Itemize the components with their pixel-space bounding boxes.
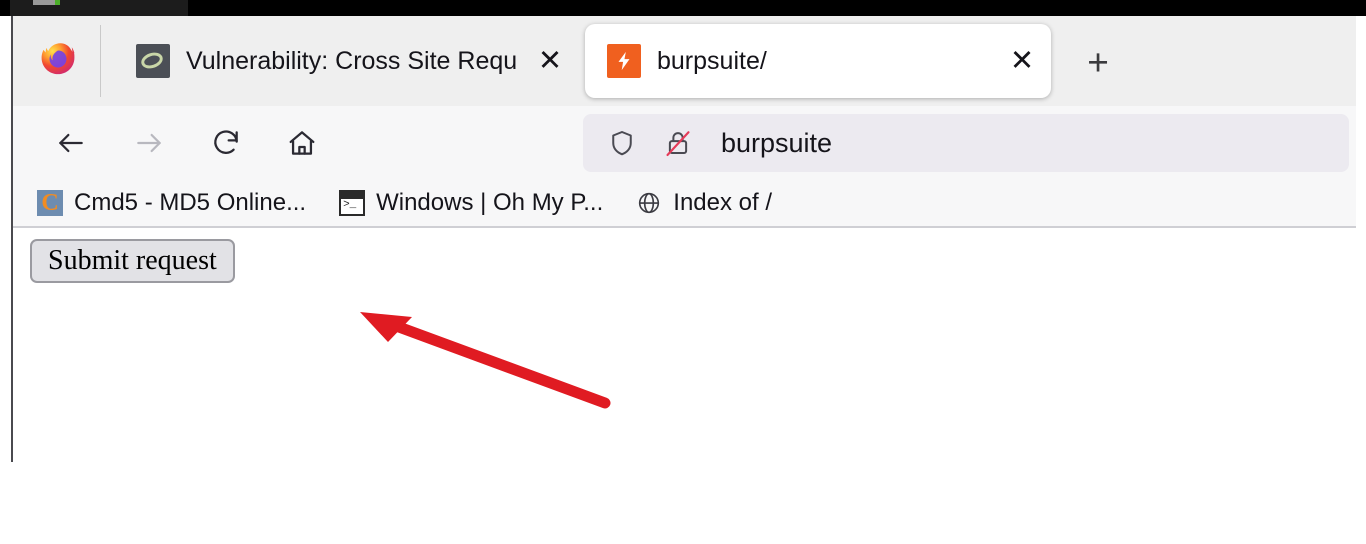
desktop-top-strip (0, 0, 1366, 16)
back-arrow-icon[interactable] (47, 119, 95, 167)
shield-icon[interactable] (601, 122, 643, 164)
lock-crossed-icon[interactable] (657, 122, 699, 164)
dvwa-favicon-icon (136, 44, 170, 78)
cmd5-favicon-icon: C (37, 190, 63, 216)
forward-arrow-icon (125, 119, 173, 167)
navigation-toolbar: burpsuite (13, 106, 1356, 180)
page-content-area: Submit request (13, 228, 1356, 460)
bookmark-windows-oh-my-posh[interactable]: Windows | Oh My P... (339, 184, 603, 222)
tab-strip: Vulnerability: Cross Site Requ ✕ burpsui… (13, 16, 1356, 106)
tab-close-icon[interactable]: ✕ (1001, 40, 1043, 82)
burpsuite-favicon-icon (607, 44, 641, 78)
bookmark-label: Cmd5 - MD5 Online... (74, 189, 307, 216)
bookmark-index-of[interactable]: Index of / (636, 184, 772, 222)
tab-title: Vulnerability: Cross Site Requ (186, 46, 518, 75)
reload-icon[interactable] (202, 119, 250, 167)
new-tab-button[interactable]: + (1076, 40, 1120, 84)
bookmark-label: Index of / (673, 189, 773, 216)
terminal-favicon-icon (339, 190, 366, 216)
bookmark-cmd5[interactable]: C Cmd5 - MD5 Online... (37, 184, 306, 222)
submit-request-button[interactable]: Submit request (30, 239, 235, 283)
url-input[interactable]: burpsuite (721, 128, 832, 159)
desktop-chip-accent (55, 0, 60, 5)
firefox-logo-icon (37, 40, 79, 82)
globe-icon (636, 190, 662, 216)
firefox-browser-window: Vulnerability: Cross Site Requ ✕ burpsui… (11, 16, 1356, 462)
tab-divider (100, 25, 101, 97)
tab-vulnerability-cross-site-request[interactable]: Vulnerability: Cross Site Requ ✕ (117, 24, 573, 98)
desktop-chip (33, 0, 55, 5)
tab-title: burpsuite/ (657, 46, 767, 75)
tab-close-icon[interactable]: ✕ (529, 40, 571, 82)
tab-burpsuite[interactable]: burpsuite/ ✕ (585, 24, 1051, 98)
bookmark-label: Windows | Oh My P... (376, 189, 604, 216)
bookmarks-bar: C Cmd5 - MD5 Online... Windows | Oh My P… (13, 180, 1356, 228)
home-icon[interactable] (278, 119, 326, 167)
url-bar[interactable]: burpsuite (583, 114, 1349, 172)
